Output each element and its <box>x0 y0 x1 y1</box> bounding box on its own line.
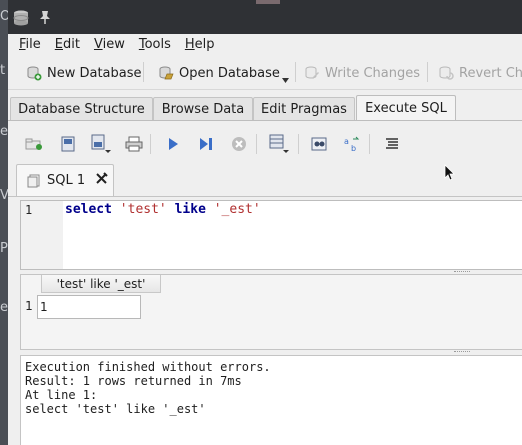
open-tab-icon <box>25 138 42 150</box>
app-db-icon <box>12 9 30 31</box>
message-line: Result: 1 rows returned in 7ms <box>25 374 242 388</box>
menu-file[interactable]: File <box>12 37 48 52</box>
revert-changes-button[interactable]: Revert Cha <box>438 62 522 84</box>
menu-tools[interactable]: Tools <box>132 37 178 52</box>
row-header[interactable]: 1 <box>21 295 37 317</box>
new-database-button[interactable]: New Database <box>26 62 142 84</box>
find-icon <box>311 137 327 151</box>
comment-button[interactable] <box>381 134 403 154</box>
step-icon <box>200 138 212 150</box>
toolbar-separator <box>427 62 428 82</box>
open-database-label: Open Database <box>179 65 280 81</box>
execute-line-button[interactable] <box>195 134 217 154</box>
splitter-handle[interactable] <box>454 351 470 353</box>
toolbar-separator <box>295 62 296 82</box>
main-tabs: Database Structure Browse Data Edit Prag… <box>8 95 522 120</box>
sql-code-line: select 'test' like '_est' <box>65 202 261 217</box>
results-grid[interactable]: 'test' like '_est' 1 1 <box>20 274 522 350</box>
desktop-text: es <box>0 124 8 139</box>
save-results-icon <box>269 134 289 153</box>
desktop-text: O <box>0 9 8 24</box>
sql-tab-label: SQL 1 <box>47 173 86 188</box>
tab-sql-1[interactable]: SQL 1 <box>16 164 114 196</box>
open-sql-file-button[interactable] <box>57 134 79 154</box>
menu-bar: File Edit View Tools Help <box>8 34 522 54</box>
desktop-text: t <box>0 63 6 78</box>
svg-text:b: b <box>351 144 356 152</box>
tabs-divider <box>8 120 522 121</box>
open-file-icon <box>61 136 75 152</box>
desktop-background: O t es Vi P e <box>0 0 8 445</box>
splitter-handle[interactable] <box>454 271 470 273</box>
close-tab-icon[interactable] <box>95 172 108 189</box>
find-button[interactable] <box>308 134 330 154</box>
menu-edit[interactable]: Edit <box>48 37 87 52</box>
write-changes-button[interactable]: Write Changes <box>304 62 420 84</box>
open-database-icon <box>159 66 174 80</box>
new-database-icon <box>27 66 42 81</box>
open-database-button[interactable]: Open Database <box>158 62 280 84</box>
new-database-label: New Database <box>47 65 142 81</box>
stop-icon <box>232 137 246 151</box>
main-toolbar: New Database Open Database Write Changes… <box>8 54 522 90</box>
message-pane[interactable]: Execution finished without errors. Resul… <box>20 355 522 445</box>
message-line: At line 1: <box>25 388 98 402</box>
execute-all-button[interactable] <box>162 134 184 154</box>
tab-database-structure[interactable]: Database Structure <box>10 97 153 120</box>
tab-execute-sql[interactable]: Execute SQL <box>356 95 456 120</box>
stop-execution-button[interactable] <box>228 134 250 154</box>
message-line: Execution finished without errors. <box>25 360 271 374</box>
chevron-down-icon[interactable] <box>282 78 289 83</box>
column-header[interactable]: 'test' like '_est' <box>41 275 161 293</box>
pin-icon[interactable] <box>39 10 51 28</box>
svg-text:a: a <box>344 137 349 146</box>
write-changes-label: Write Changes <box>325 65 420 81</box>
main-window: File Edit View Tools Help New Database O… <box>8 0 522 445</box>
sql-string: '_est' <box>213 202 261 217</box>
desktop-text: Vi <box>0 188 8 203</box>
save-file-icon <box>91 134 111 153</box>
window-thumbnail <box>256 0 280 4</box>
save-sql-file-button[interactable] <box>90 134 112 154</box>
title-bar[interactable] <box>8 0 522 34</box>
sql-toolbar: ab <box>8 128 522 160</box>
sql-string: 'test' <box>119 202 167 217</box>
revert-changes-label: Revert Cha <box>459 65 522 81</box>
sql-tabbar-divider <box>8 196 522 197</box>
revert-changes-icon <box>439 66 454 80</box>
menu-view[interactable]: View <box>87 37 132 52</box>
tab-browse-data[interactable]: Browse Data <box>153 97 253 120</box>
toolbar-separator <box>369 134 370 154</box>
toolbar-separator <box>256 134 257 154</box>
save-results-button[interactable] <box>268 134 290 154</box>
sql-editor[interactable]: 1 select 'test' like '_est' <box>20 200 522 270</box>
desktop-text: e <box>0 300 8 315</box>
sql-keyword: select <box>65 202 112 217</box>
open-tab-button[interactable] <box>23 134 45 154</box>
tab-edit-pragmas[interactable]: Edit Pragmas <box>253 97 355 120</box>
line-number: 1 <box>25 203 33 217</box>
comment-lines-icon <box>386 138 398 149</box>
sql-tab-icon <box>27 174 40 187</box>
menu-help[interactable]: Help <box>178 37 222 52</box>
find-replace-button[interactable]: ab <box>341 134 363 154</box>
desktop-text: P <box>0 241 8 256</box>
sql-keyword: like <box>174 202 206 217</box>
toolbar-separator <box>298 134 299 154</box>
write-changes-icon <box>305 66 319 79</box>
print-icon <box>125 136 143 152</box>
print-button[interactable] <box>123 134 145 154</box>
toolbar-separator <box>150 134 151 154</box>
find-replace-icon: ab <box>344 136 360 152</box>
play-icon <box>169 138 178 150</box>
result-cell[interactable]: 1 <box>37 295 141 319</box>
message-line: select 'test' like '_est' <box>25 402 206 416</box>
toolbar-separator <box>143 62 144 82</box>
mouse-cursor-icon <box>444 164 455 181</box>
